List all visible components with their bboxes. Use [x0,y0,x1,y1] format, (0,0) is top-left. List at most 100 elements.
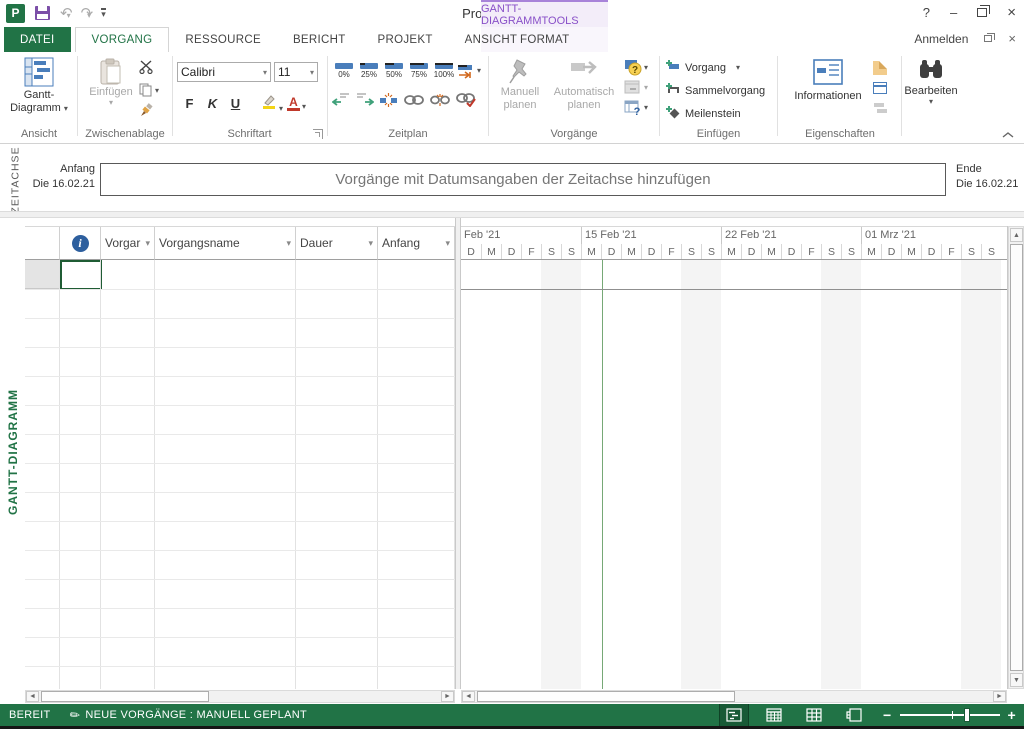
outdent-button[interactable] [332,92,350,111]
underline-button[interactable]: U [226,94,245,113]
week-label: 01 Mrz '21 [865,229,916,241]
gantt-chart-area[interactable] [461,260,1007,689]
task-mode-button[interactable]: ? ▾ [624,99,648,116]
tab-ressource[interactable]: RESSOURCE [169,27,277,52]
gantt-chart-view-button[interactable]: Gantt-Diagramm ▾ [4,57,74,115]
filter-arrow-icon[interactable]: ▾ [145,238,150,249]
column-header-info[interactable]: i [60,227,101,260]
tab-bericht[interactable]: BERICHT [277,27,362,52]
tab-datei[interactable]: DATEI [4,27,71,52]
table-body[interactable] [25,260,455,689]
respect-links-dropdown[interactable]: ▾ [477,66,481,75]
insert-meilenstein-button[interactable]: Meilenstein [665,105,765,122]
zoom-thumb[interactable] [964,708,970,722]
percent-complete-75-button[interactable]: 75% [407,60,431,82]
task-usage-shortcut[interactable] [759,704,789,726]
auto-schedule-button[interactable]: Automatisch planen [548,58,620,112]
insert-vorgang-button[interactable]: Vorgang▾ [665,59,765,76]
ribbon-display-options-icon[interactable] [984,35,992,42]
new-tasks-mode-button[interactable]: ✎ NEUE VORGÄNGE : MANUELL GEPLANT [70,708,307,722]
percent-complete-0-button[interactable]: 0% [332,60,356,82]
save-icon[interactable] [35,6,50,20]
chart-scroll-right-button[interactable]: ► [993,691,1006,702]
close-ribbon-icon[interactable]: × [1008,31,1016,46]
resource-sheet-shortcut[interactable] [839,704,869,726]
zoom-in-button[interactable]: + [1008,707,1016,723]
selected-cell[interactable] [60,260,102,290]
team-planner-shortcut[interactable] [799,704,829,726]
selected-row-header[interactable] [25,260,60,289]
font-color-button[interactable]: A ▾ [287,97,306,111]
split-task-button[interactable] [380,92,398,111]
app-icon[interactable]: P [6,4,25,23]
copy-button[interactable]: ▾ [139,83,159,97]
column-header-mode[interactable]: Vorgar▾ [101,227,155,260]
move-task-button[interactable]: ▾ [624,79,648,96]
vertical-scrollbar[interactable]: ▲ ▼ [1008,226,1024,689]
zoom-slider[interactable] [900,714,1000,716]
insert-sammelvorgang-button[interactable]: Sammelvorgang [665,82,765,99]
font-dialog-launcher-icon[interactable] [313,129,323,139]
unlink-tasks-button[interactable] [430,93,450,110]
tab-projekt[interactable]: PROJEKT [362,27,449,52]
display-details-button[interactable] [873,79,889,96]
respect-links-button[interactable] [457,62,475,83]
font-size-combo[interactable]: 11▾ [274,62,318,82]
manually-schedule-button[interactable]: Manuell planen [492,58,548,112]
table-scroll-right-button[interactable]: ► [441,691,454,702]
collapse-ribbon-icon[interactable] [1002,131,1014,139]
customize-qat-button[interactable]: ▾ [101,8,106,18]
minimize-button[interactable]: – [950,5,957,20]
undo-button[interactable]: ↶▾ [60,6,71,21]
gantt-view-shortcut[interactable] [719,704,749,726]
paste-button[interactable]: Einfügen ▾ [85,58,137,107]
column-header-anfang[interactable]: Anfang▾ [378,227,455,260]
tab-format[interactable]: FORMAT [504,27,586,52]
indent-button[interactable] [356,92,374,111]
restore-button[interactable] [977,8,987,17]
help-button[interactable]: ? [923,5,930,20]
close-button[interactable]: × [1007,4,1016,21]
percent-complete-25-button[interactable]: 25% [357,60,381,82]
editing-button[interactable]: Bearbeiten ▾ [903,58,959,106]
filter-arrow-icon[interactable]: ▾ [368,238,373,249]
day-label: S [821,244,841,260]
table-hscrollbar[interactable]: ◄ ► [25,690,455,703]
scroll-up-button[interactable]: ▲ [1010,228,1023,242]
table-row-line [25,492,455,493]
timeline-placeholder-box[interactable]: Vorgänge mit Datumsangaben der Zeitachse… [100,163,946,196]
percent-complete-100-button[interactable]: 100% [432,60,456,82]
horizontal-splitter[interactable] [0,211,1024,218]
tab-vorgang[interactable]: VORGANG [75,27,170,52]
filter-arrow-icon[interactable]: ▾ [286,238,291,249]
bold-button[interactable]: F [180,94,199,113]
italic-button[interactable]: K [203,94,222,113]
format-painter-button[interactable] [139,103,159,120]
chart-hscrollbar[interactable]: ◄ ► [461,690,1007,703]
signin-link[interactable]: Anmelden [914,32,968,46]
column-header-dauer[interactable]: Dauer▾ [296,227,378,260]
link-tasks-button[interactable] [404,94,424,109]
task-notes-button[interactable] [873,59,889,76]
task-inspector-button[interactable]: ? ▾ [624,59,648,76]
highlight-color-button[interactable]: ▾ [261,94,283,113]
redo-button[interactable]: ↷▾ [81,6,92,21]
filter-arrow-icon[interactable]: ▾ [445,238,450,249]
chart-hscroll-thumb[interactable] [477,691,735,702]
zoom-out-button[interactable]: − [883,707,891,723]
cut-button[interactable] [139,60,159,77]
table-hscroll-thumb[interactable] [41,691,209,702]
scroll-down-button[interactable]: ▼ [1010,673,1023,687]
percent-complete-50-button[interactable]: 50% [382,60,406,82]
vertical-scroll-thumb[interactable] [1010,244,1023,671]
inactivate-button[interactable] [456,93,476,110]
column-header-name[interactable]: Vorgangsname▾ [155,227,296,260]
add-to-timeline-button[interactable] [873,99,889,116]
column-header-rownum[interactable] [25,227,60,260]
task-information-button[interactable]: Informationen [785,58,871,102]
day-label: M [481,244,501,260]
font-name-combo[interactable]: Calibri▾ [177,62,271,82]
timeline-pane[interactable]: ZEITACHSE Anfang Die 16.02.21 Vorgänge m… [0,146,1024,211]
table-scroll-left-button[interactable]: ◄ [26,691,39,702]
chart-scroll-left-button[interactable]: ◄ [462,691,475,702]
